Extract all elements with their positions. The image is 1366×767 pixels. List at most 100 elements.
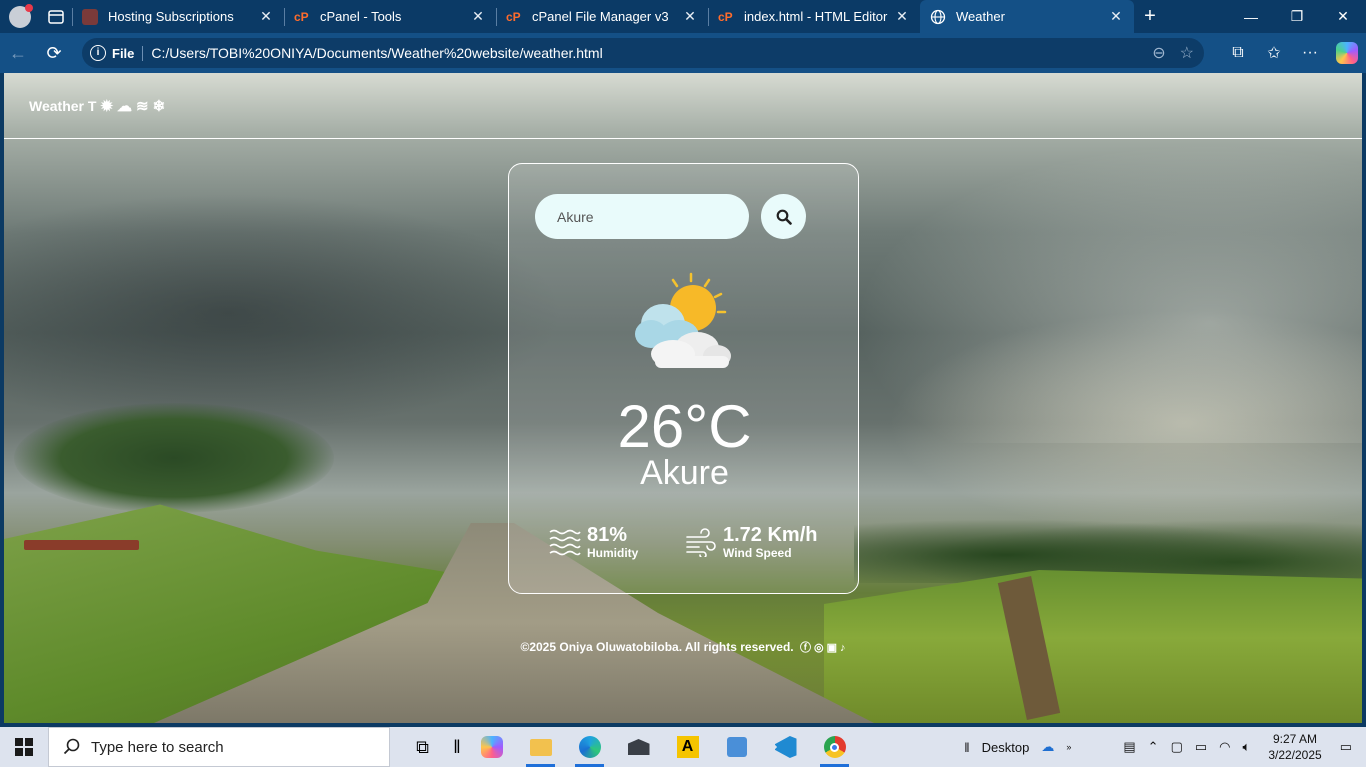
copilot-app-icon[interactable] <box>467 727 516 767</box>
start-button[interactable] <box>0 727 48 767</box>
tab-label: cPanel - Tools <box>320 9 402 24</box>
restore-icon[interactable]: ❐ <box>1274 0 1320 33</box>
humidity-block: 81% Humidity <box>549 524 638 560</box>
tab-cpanel-tools[interactable]: cP cPanel - Tools ✕ <box>284 0 496 33</box>
windows-logo-icon <box>15 738 33 756</box>
edge-browser-icon[interactable] <box>565 727 614 767</box>
show-hidden-icons-icon[interactable]: ⌃ <box>1142 739 1165 755</box>
snowflake-icon: ❄ <box>152 97 166 115</box>
refresh-icon[interactable]: ⟳ <box>36 33 72 73</box>
meet-now-icon[interactable]: ▢ <box>1165 739 1189 755</box>
divider: ‖ <box>453 736 461 757</box>
clock[interactable]: 9:27 AM 3/22/2025 <box>1256 731 1333 763</box>
background-clouds <box>4 193 564 433</box>
notification-dot <box>25 3 33 12</box>
wind-speed-value: 1.72 Km/h <box>723 524 818 546</box>
network-app-icon[interactable] <box>712 727 761 767</box>
favorite-star-icon[interactable]: ☆ <box>1180 43 1194 63</box>
battery-icon[interactable]: ▭ <box>1189 739 1213 755</box>
clock-time: 9:27 AM <box>1272 732 1318 746</box>
sun-icon: ✹ <box>100 97 114 115</box>
close-icon[interactable]: ✕ <box>682 8 698 25</box>
extensions-icon[interactable]: ⧉ <box>1220 44 1256 62</box>
wind-speed-icon <box>686 528 716 557</box>
windows-taskbar: Type here to search ⧉ ‖ A ‖ Desktop ☁ » … <box>0 727 1366 767</box>
system-tray: ‖ Desktop ☁ » ▤ ⌃ ▢ ▭ ◠ 🔈︎ 9:27 AM 3/22/… <box>958 727 1366 767</box>
overflow-chevron-icon[interactable]: » <box>1060 742 1077 752</box>
close-window-icon[interactable]: ✕ <box>1320 0 1366 33</box>
city-name: Akure <box>640 454 729 492</box>
tab-label: index.html - HTML Editor <box>744 9 888 24</box>
instagram-icon[interactable]: ◎ <box>814 641 824 654</box>
facebook-icon[interactable]: ⓕ <box>800 639 811 655</box>
tab-label: Weather <box>956 9 1005 24</box>
linkedin-icon[interactable]: ▣ <box>827 641 837 654</box>
taskbar-search-placeholder: Type here to search <box>91 738 224 756</box>
wifi-icon[interactable]: ◠ <box>1213 739 1236 755</box>
close-icon[interactable]: ✕ <box>894 8 910 25</box>
task-view-icon[interactable]: ⧉ <box>398 727 447 767</box>
temperature-value: 26°C <box>617 393 752 460</box>
copilot-icon[interactable] <box>1336 42 1358 64</box>
window-controls: — ❐ ✕ <box>1228 0 1366 33</box>
wind-icon: ≋ <box>136 97 149 115</box>
address-bar[interactable]: i File C:/Users/TOBI%20ONIYA/Documents/W… <box>82 38 1204 68</box>
app-logo[interactable]: Weather T ✹ ☁ ≋ ❄ <box>29 97 165 115</box>
search-icon <box>63 738 80 755</box>
minimize-icon[interactable]: — <box>1228 0 1274 33</box>
close-icon[interactable]: ✕ <box>1108 8 1124 25</box>
more-icon[interactable]: ··· <box>1292 44 1328 62</box>
search-button[interactable] <box>761 194 806 239</box>
favorites-icon[interactable]: ✩ <box>1256 43 1292 63</box>
tab-weather[interactable]: Weather ✕ <box>920 0 1134 33</box>
tab-actions-icon[interactable] <box>40 0 72 33</box>
volume-icon[interactable]: 🔈︎ <box>1237 739 1257 755</box>
wind-speed-label: Wind Speed <box>723 546 792 560</box>
tab-html-editor[interactable]: cP index.html - HTML Editor ✕ <box>708 0 920 33</box>
cpanel-favicon-icon: cP <box>718 9 733 24</box>
file-explorer-icon[interactable] <box>516 727 565 767</box>
weather-card: 26°C Akure 81% Humidity <box>508 163 859 594</box>
tiktok-icon[interactable]: ♪ <box>840 642 846 654</box>
chrome-icon[interactable] <box>810 727 859 767</box>
app-header: Weather T ✹ ☁ ≋ ❄ <box>4 73 1362 139</box>
url-text: C:/Users/TOBI%20ONIYA/Documents/Weather%… <box>151 45 603 61</box>
cloud-icon: ☁ <box>117 97 133 115</box>
search-icon <box>776 209 792 225</box>
scheme-label: File <box>112 45 144 61</box>
browser-tab-bar: Hosting Subscriptions ✕ cP cPanel - Tool… <box>0 0 1366 33</box>
new-tab-button[interactable]: + <box>1134 5 1166 28</box>
weather-details: 81% Humidity 1.72 Km/h Wind Speed <box>509 524 860 564</box>
clock-date: 3/22/2025 <box>1268 748 1322 762</box>
hosting-favicon-icon <box>82 8 98 25</box>
humidity-label: Humidity <box>587 546 639 560</box>
humidity-value: 81% <box>587 524 628 546</box>
avatar <box>9 3 33 28</box>
close-icon[interactable]: ✕ <box>470 8 486 25</box>
info-icon[interactable]: i <box>90 45 106 61</box>
wind-block: 1.72 Km/h Wind Speed <box>685 524 817 560</box>
tab-hosting-subscriptions[interactable]: Hosting Subscriptions ✕ <box>72 0 284 33</box>
onedrive-icon[interactable]: ☁ <box>1035 739 1060 755</box>
background-tree <box>14 403 334 513</box>
close-icon[interactable]: ✕ <box>258 8 274 25</box>
background-bench <box>24 540 139 550</box>
browser-toolbar: ← ⟳ i File C:/Users/TOBI%20ONIYA/Documen… <box>0 33 1366 73</box>
news-widget-icon[interactable]: ▤ <box>1117 739 1141 755</box>
taskbar-search[interactable]: Type here to search <box>48 727 390 767</box>
profile-button[interactable] <box>0 0 40 33</box>
cpanel-favicon-icon: cP <box>506 9 521 24</box>
humidity-icon <box>549 529 581 556</box>
desktop-toolbar-label[interactable]: Desktop <box>976 740 1036 755</box>
divider: ‖ <box>964 739 970 755</box>
back-icon[interactable]: ← <box>0 33 36 73</box>
page-viewport: Weather T ✹ ☁ ≋ ❄ Akure 26°C Akure 81% H… <box>4 73 1362 723</box>
zoom-icon[interactable]: ⊖ <box>1152 43 1165 63</box>
vscode-icon[interactable] <box>761 727 810 767</box>
city-search-input[interactable] <box>535 194 749 239</box>
app-a-icon[interactable]: A <box>663 727 712 767</box>
notifications-icon[interactable]: ▭ <box>1334 739 1366 755</box>
tab-cpanel-file-manager[interactable]: cP cPanel File Manager v3 ✕ <box>496 0 708 33</box>
mail-icon[interactable] <box>614 727 663 767</box>
page-footer: ©2025 Oniya Oluwatobiloba. All rights re… <box>4 639 1362 655</box>
